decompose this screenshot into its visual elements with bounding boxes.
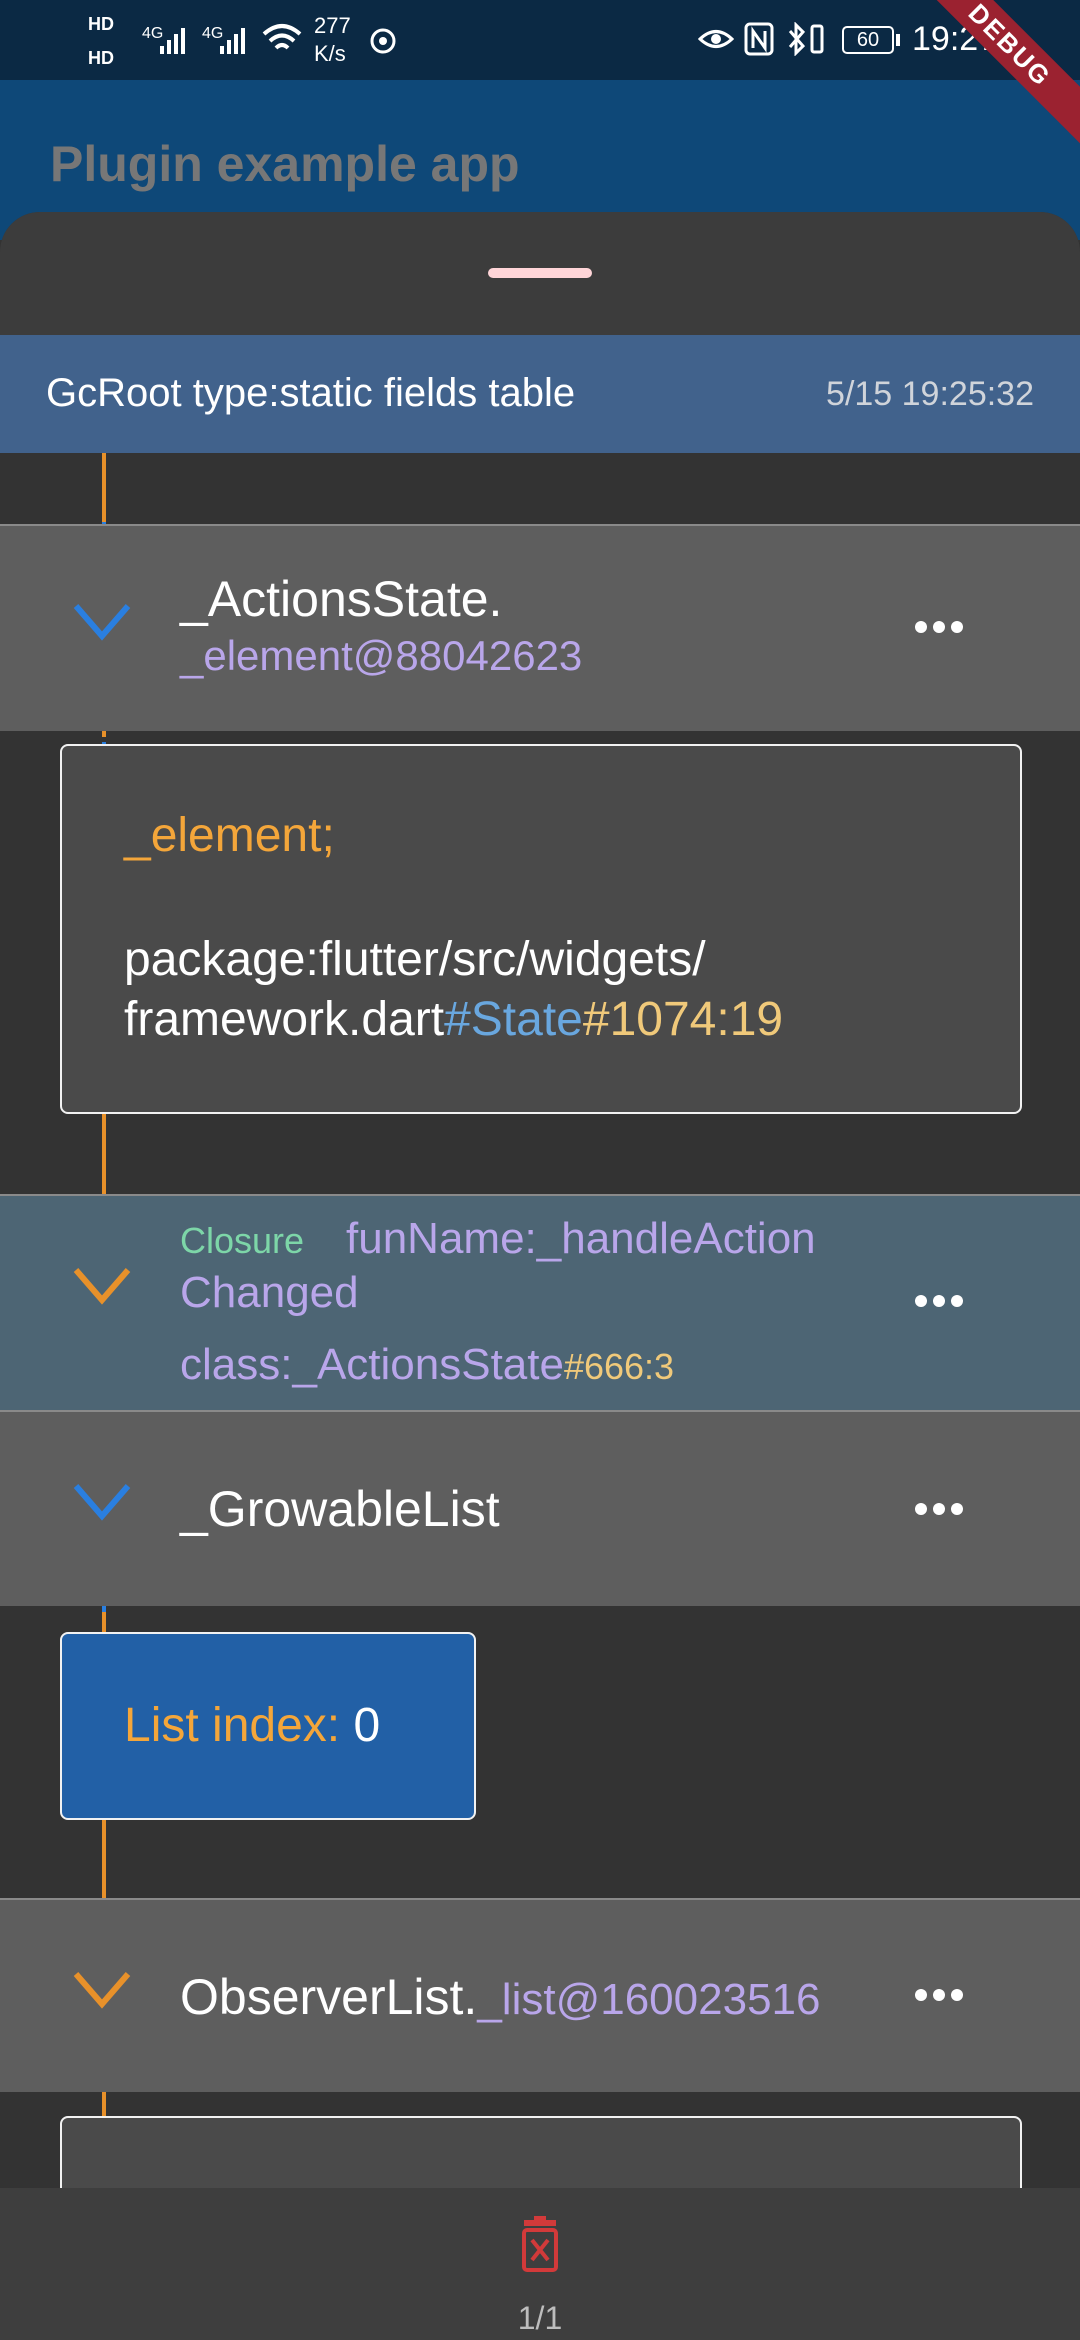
reference-row[interactable]: _GrowableList xyxy=(0,1412,1080,1606)
chevron-down-icon xyxy=(73,1268,131,1305)
bottom-bar: 1/1 xyxy=(0,2188,1080,2340)
more-options-icon[interactable] xyxy=(915,1988,975,2008)
closure-tag: Closure xyxy=(180,1220,305,1261)
more-options-icon[interactable] xyxy=(915,1294,975,1314)
reference-row[interactable]: Closure funName:_handleAction Changed cl… xyxy=(0,1196,1080,1410)
item-field-name: _list@160023516 xyxy=(477,1975,821,2024)
app-title: Plugin example app xyxy=(50,136,520,192)
list-index-label: List index: xyxy=(124,1699,354,1752)
page-count: 1/1 xyxy=(517,2300,563,2336)
network-speed-unit: K/s xyxy=(314,41,346,66)
list-index-value: 0 xyxy=(353,1699,381,1752)
nfc-icon xyxy=(744,22,774,56)
eye-icon xyxy=(698,30,734,48)
battery-level: 60 xyxy=(856,29,880,51)
item-class-name: ObserverList. xyxy=(180,1969,478,2025)
chevron-down-icon xyxy=(73,1484,131,1521)
bottom-sheet: GcRoot type:static fields table 5/15 19:… xyxy=(0,212,1080,2340)
closure-class-name: class:_ActionsState xyxy=(180,1340,564,1389)
battery-icon: 60 xyxy=(842,26,894,54)
card-class: #State xyxy=(444,993,583,1046)
closure-fun-name-cont: Changed xyxy=(180,1268,359,1317)
item-title: ObserverList._list@160023516 xyxy=(180,1968,820,2026)
list-index-card: List index: 0 xyxy=(60,1632,476,1820)
card-file-location: framework.dart#State#1074:19 xyxy=(124,992,783,1047)
chevron-down-icon xyxy=(73,1972,131,2009)
gcroot-timestamp: 5/15 19:25:32 xyxy=(826,375,1034,413)
bluetooth-icon xyxy=(788,22,806,56)
sync-icon xyxy=(370,28,396,54)
closure-class: class:_ActionsState#666:3 xyxy=(180,1340,674,1390)
wifi-icon xyxy=(262,24,302,50)
closure-class-location: #666:3 xyxy=(563,1346,675,1387)
closure-fun-name: funName:_handleAction xyxy=(346,1214,816,1263)
battery-tip xyxy=(896,34,900,46)
signal-bars-icon xyxy=(220,28,245,54)
card-file: framework.dart xyxy=(124,993,445,1046)
reference-row[interactable]: _ActionsState. _element@88042623 xyxy=(0,526,1080,731)
source-card: _element; package:flutter/src/widgets/ f… xyxy=(60,744,1022,1114)
more-options-icon[interactable] xyxy=(915,1502,975,1522)
item-class-name: _GrowableList xyxy=(180,1481,500,1537)
item-class-name: _ActionsState. xyxy=(180,571,503,627)
vibrate-icon xyxy=(810,24,824,54)
card-line: #1074:19 xyxy=(582,993,784,1046)
gcroot-title: GcRoot type:static fields table xyxy=(46,371,576,415)
card-path: package:flutter/src/widgets/ xyxy=(124,933,706,986)
network-speed-value: 277 xyxy=(314,13,351,38)
item-field-name: _element@88042623 xyxy=(180,632,583,679)
list-index: List index: 0 xyxy=(124,1698,380,1753)
status-bar: HD HD 4G 4G 277 K/s 60 19:27 xyxy=(0,0,1080,80)
hd-indicator-1: HD xyxy=(88,14,114,34)
more-options-icon[interactable] xyxy=(915,620,975,640)
chevron-down-icon xyxy=(73,604,131,641)
gcroot-header: GcRoot type:static fields table 5/15 19:… xyxy=(0,335,1080,453)
delete-x-icon[interactable] xyxy=(518,2216,562,2272)
card-field: _element; xyxy=(124,809,335,862)
drag-handle[interactable] xyxy=(488,268,592,278)
hd-indicator-2: HD xyxy=(88,48,114,68)
signal-bars-icon xyxy=(160,28,185,54)
reference-row[interactable]: ObserverList._list@160023516 xyxy=(0,1900,1080,2092)
